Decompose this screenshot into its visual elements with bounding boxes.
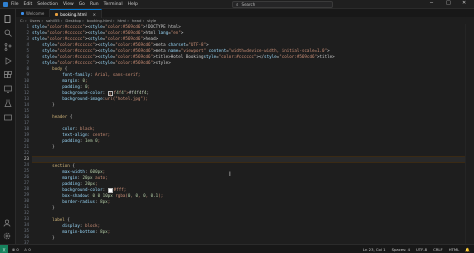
menu-go[interactable]: Go: [79, 2, 85, 7]
html-file-icon: [55, 12, 59, 16]
notifications-icon[interactable]: 🔔: [465, 247, 470, 252]
warnings-icon[interactable]: ⚠ 0: [24, 247, 31, 252]
breadcrumb-item[interactable]: html ›: [118, 18, 129, 23]
breadcrumb-item[interactable]: booking.html ›: [87, 18, 115, 23]
breadcrumb-item[interactable]: Users ›: [30, 18, 43, 23]
breadcrumb-item[interactable]: style: [147, 18, 156, 23]
vertical-scrollbar[interactable]: [465, 24, 474, 244]
code-editor[interactable]: 1 2 3 4 5 6 7 8 9 10 11 12 13 14 15 16 17 18 19 20 21 22 23 24 2…: [16, 24, 474, 244]
remote-explorer-icon[interactable]: [3, 85, 12, 93]
breadcrumb-item[interactable]: C: ›: [20, 18, 27, 23]
activity-bar: [0, 9, 16, 244]
menu-bar: File Edit Selection View Go Run Terminal Help: [11, 2, 143, 7]
command-center-search[interactable]: ⌕ Search: [232, 1, 333, 8]
account-icon[interactable]: [3, 219, 11, 227]
menu-view[interactable]: View: [63, 2, 74, 7]
search-icon[interactable]: [4, 29, 12, 37]
line-number-gutter: 1 2 3 4 5 6 7 8 9 10 11 12 13 14 15 16 17 18 19 20 21 22 23 24 2…: [16, 24, 30, 244]
errors-icon[interactable]: ⊗ 0: [12, 247, 19, 252]
menu-edit[interactable]: Edit: [24, 2, 33, 7]
language-mode[interactable]: HTML: [449, 247, 460, 252]
search-icon: ⌕: [236, 2, 239, 8]
maximize-icon[interactable]: □: [446, 0, 451, 6]
docker-icon[interactable]: [3, 113, 12, 121]
run-debug-icon[interactable]: [4, 57, 12, 65]
menu-run[interactable]: Run: [90, 2, 99, 7]
editor-tabs: Welcome booking.html ×: [16, 9, 474, 18]
indentation[interactable]: Spaces: 4: [392, 247, 410, 252]
source-control-icon[interactable]: [4, 43, 12, 51]
mouse-text-cursor-icon: I: [229, 171, 231, 178]
minimize-icon[interactable]: ─: [430, 0, 433, 6]
breadcrumb: C: › Users › sahil55 › Desktop › booking.htm…: [16, 17, 159, 23]
breadcrumb-item[interactable]: Desktop ›: [65, 18, 83, 23]
code-line[interactable]: [32, 156, 474, 163]
code-area[interactable]: style="color:#cccccc"><style="color:#569…: [32, 24, 474, 244]
welcome-icon: [21, 11, 24, 15]
gear-icon[interactable]: [3, 232, 11, 240]
close-icon[interactable]: ×: [93, 12, 96, 17]
explorer-icon[interactable]: [4, 15, 12, 23]
tab-welcome[interactable]: Welcome: [16, 9, 51, 17]
breadcrumb-item[interactable]: sahil55 ›: [46, 18, 62, 23]
menu-file[interactable]: File: [11, 2, 19, 7]
search-label: Search: [241, 2, 256, 7]
testing-icon[interactable]: [3, 99, 12, 107]
menu-selection[interactable]: Selection: [37, 2, 58, 7]
title-bar: File Edit Selection View Go Run Terminal Help ⌕…: [0, 0, 474, 9]
end-of-line[interactable]: CRLF: [433, 247, 443, 252]
encoding[interactable]: UTF-8: [416, 247, 427, 252]
tab-label: Welcome: [26, 10, 45, 16]
close-window-icon[interactable]: ✕: [462, 0, 466, 6]
status-left: ⊗ 0 ⚠ 0: [12, 247, 31, 252]
menu-terminal[interactable]: Terminal: [104, 2, 123, 7]
menu-help[interactable]: Help: [128, 2, 138, 7]
cursor-position[interactable]: Ln 23, Col 1: [363, 247, 386, 252]
status-right: Ln 23, Col 1 Spaces: 4 UTF-8 CRLF HTML 🔔: [363, 247, 470, 252]
vscode-logo-icon: [3, 1, 8, 7]
tab-label: booking.html: [60, 11, 87, 17]
extensions-icon[interactable]: [3, 71, 12, 79]
breadcrumb-item[interactable]: head ›: [132, 18, 144, 23]
